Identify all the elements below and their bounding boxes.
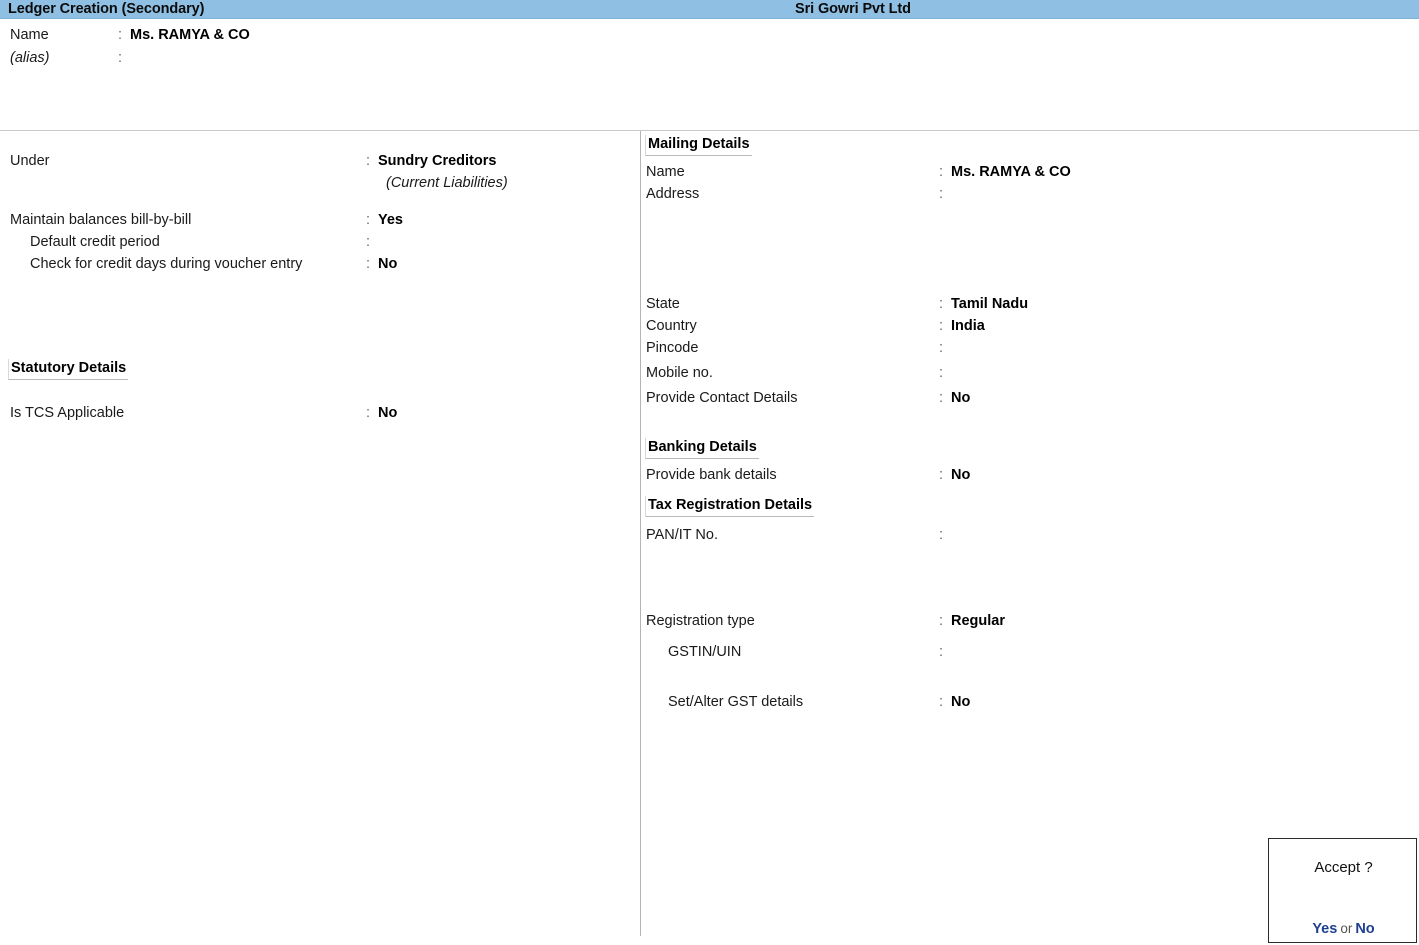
provide-bank-details-colon: : [939,466,943,484]
registration-type-colon: : [939,612,943,630]
set-alter-gst-details-label: Set/Alter GST details [668,693,803,711]
ledger-name-colon: : [118,26,122,44]
mailing-name-label: Name [646,163,685,181]
ledger-alias-label: (alias) [10,49,49,67]
gstin-uin-colon: : [939,643,943,661]
accept-dialog: Accept ? YesorNo [1268,838,1417,943]
default-credit-period-colon: : [366,233,370,251]
under-value[interactable]: Sundry Creditors [378,152,496,170]
under-label: Under [10,152,50,170]
tax-registration-details-heading: Tax Registration Details [645,496,814,517]
under-parent-group: (Current Liabilities) [386,174,508,192]
provide-bank-details-value[interactable]: No [951,466,970,484]
accept-dialog-actions: YesorNo [1269,921,1418,937]
country-label: Country [646,317,697,335]
provide-contact-details-label: Provide Contact Details [646,389,798,407]
check-credit-days-value[interactable]: No [378,255,397,273]
vertical-divider [640,131,641,936]
set-alter-gst-details-colon: : [939,693,943,711]
check-credit-days-colon: : [366,255,370,273]
pan-it-no-colon: : [939,526,943,544]
is-tcs-applicable-label: Is TCS Applicable [10,404,124,422]
pan-it-no-label: PAN/IT No. [646,526,718,544]
statutory-details-heading: Statutory Details [8,359,128,380]
accept-or-separator: or [1337,921,1355,936]
pincode-label: Pincode [646,339,698,357]
state-label: State [646,295,680,313]
accept-yes-button[interactable]: Yes [1312,921,1337,937]
country-value[interactable]: India [951,317,985,335]
gstin-uin-label: GSTIN/UIN [668,643,741,661]
ledger-alias-colon: : [118,49,122,67]
banking-details-heading: Banking Details [645,438,759,459]
ledger-name-label: Name [10,26,49,44]
company-name: Sri Gowri Pvt Ltd [795,0,911,18]
mailing-details-heading: Mailing Details [645,135,752,156]
mobile-no-colon: : [939,364,943,382]
under-colon: : [366,152,370,170]
provide-contact-details-value[interactable]: No [951,389,970,407]
is-tcs-applicable-value[interactable]: No [378,404,397,422]
set-alter-gst-details-value[interactable]: No [951,693,970,711]
window-title-bar: Ledger Creation (Secondary) Sri Gowri Pv… [0,0,1419,19]
maintain-balances-colon: : [366,211,370,229]
country-colon: : [939,317,943,335]
accept-dialog-title: Accept ? [1269,859,1418,876]
mailing-name-colon: : [939,163,943,181]
registration-type-label: Registration type [646,612,755,630]
maintain-balances-value[interactable]: Yes [378,211,403,229]
horizontal-divider [0,130,1419,131]
registration-type-value[interactable]: Regular [951,612,1005,630]
page-title: Ledger Creation (Secondary) [8,0,204,18]
provide-bank-details-label: Provide bank details [646,466,777,484]
address-label: Address [646,185,699,203]
accept-no-button[interactable]: No [1355,921,1374,937]
mobile-no-label: Mobile no. [646,364,713,382]
state-value[interactable]: Tamil Nadu [951,295,1028,313]
provide-contact-details-colon: : [939,389,943,407]
maintain-balances-bill-by-bill-label: Maintain balances bill-by-bill [10,211,191,229]
default-credit-period-label: Default credit period [30,233,160,251]
mailing-name-value[interactable]: Ms. RAMYA & CO [951,163,1071,181]
is-tcs-applicable-colon: : [366,404,370,422]
address-colon: : [939,185,943,203]
check-credit-days-label: Check for credit days during voucher ent… [30,255,302,273]
ledger-name-value[interactable]: Ms. RAMYA & CO [130,26,250,44]
state-colon: : [939,295,943,313]
pincode-colon: : [939,339,943,357]
